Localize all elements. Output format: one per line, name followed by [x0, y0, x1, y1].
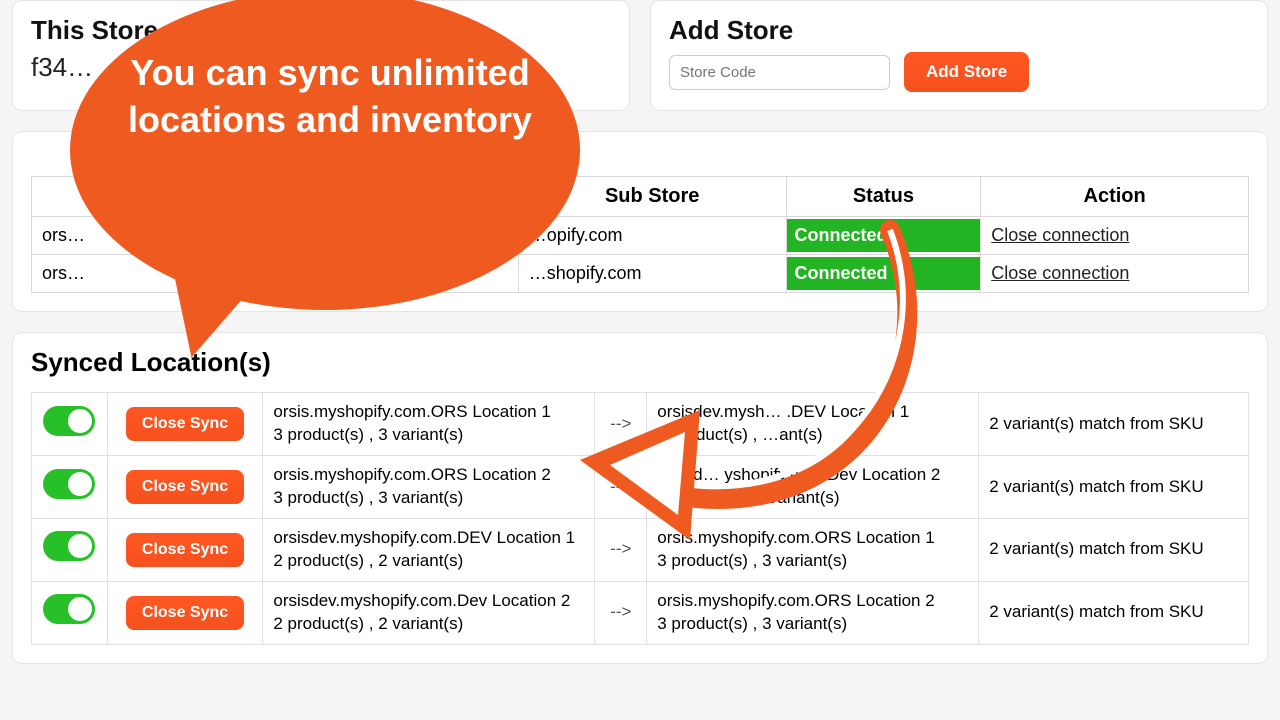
- close-sync-button[interactable]: Close Sync: [126, 470, 244, 504]
- close-connection-link[interactable]: Close connection: [991, 263, 1129, 283]
- destination-location-cell: orsisdev.mysh… .DEV Location 12 product(…: [647, 393, 979, 456]
- col-main-store: Main Store: [32, 177, 519, 217]
- match-cell: 2 variant(s) match from SKU: [979, 456, 1249, 519]
- status-badge: Connected: [787, 219, 981, 252]
- col-status: Status: [786, 177, 981, 217]
- synced-locations-card: Synced Location(s) Close Sync orsis.mysho…: [12, 332, 1268, 664]
- sync-toggle[interactable]: [43, 406, 95, 436]
- col-action: Action: [981, 177, 1249, 217]
- synced-location-row: Close Sync orsis.myshopify.com.ORS Locati…: [32, 393, 1249, 456]
- destination-location-cell: orsis.myshopify.com.ORS Location 23 prod…: [647, 581, 979, 644]
- source-location-cell: orsisdev.myshopify.com.Dev Location 22 p…: [263, 581, 595, 644]
- main-store-cell: ors…: [32, 217, 519, 255]
- match-cell: 2 variant(s) match from SKU: [979, 581, 1249, 644]
- sync-toggle[interactable]: [43, 594, 95, 624]
- close-connection-link[interactable]: Close connection: [991, 225, 1129, 245]
- synced-location-row: Close Sync orsisdev.myshopify.com.Dev Loc…: [32, 581, 1249, 644]
- arrow-icon: -->: [595, 518, 647, 581]
- match-cell: 2 variant(s) match from SKU: [979, 518, 1249, 581]
- add-store-card: Add Store Add Store: [650, 0, 1268, 111]
- col-sub-store: Sub Store: [518, 177, 786, 217]
- connection-row: ors……opify.comConnected Close connection: [32, 217, 1249, 255]
- store-code-input[interactable]: [669, 55, 890, 90]
- this-store-title: This Store: [31, 15, 611, 46]
- sync-toggle[interactable]: [43, 469, 95, 499]
- status-badge: Connected: [787, 257, 981, 290]
- synced-location-row: Close Sync orsis.myshopify.com.ORS Locati…: [32, 456, 1249, 519]
- destination-location-cell: orsis.myshopify.com.ORS Location 13 prod…: [647, 518, 979, 581]
- source-location-cell: orsis.myshopify.com.ORS Location 23 prod…: [263, 456, 595, 519]
- source-location-cell: orsis.myshopify.com.ORS Location 13 prod…: [263, 393, 595, 456]
- sub-store-cell: …opify.com: [518, 217, 786, 255]
- synced-location-row: Close Sync orsisdev.myshopify.com.DEV Loc…: [32, 518, 1249, 581]
- add-store-button[interactable]: Add Store: [904, 52, 1029, 92]
- close-sync-button[interactable]: Close Sync: [126, 533, 244, 567]
- close-sync-button[interactable]: Close Sync: [126, 407, 244, 441]
- connections-table: Main Store Sub Store Status Action ors………: [31, 176, 1249, 293]
- arrow-icon: -->: [595, 456, 647, 519]
- synced-locations-table: Close Sync orsis.myshopify.com.ORS Locati…: [31, 392, 1249, 645]
- arrow-icon: -->: [595, 581, 647, 644]
- sync-toggle[interactable]: [43, 531, 95, 561]
- main-store-cell: ors…: [32, 255, 519, 293]
- this-store-code: f34…: [31, 52, 611, 83]
- add-store-title: Add Store: [669, 15, 1249, 46]
- sub-store-cell: …shopify.com: [518, 255, 786, 293]
- destination-location-cell: orsisd… yshopify.com.Dev Location 22 pro…: [647, 456, 979, 519]
- connection-row: ors……shopify.comConnected Close connectio…: [32, 255, 1249, 293]
- arrow-icon: -->: [595, 393, 647, 456]
- this-store-card: This Store f34…: [12, 0, 630, 111]
- close-sync-button[interactable]: Close Sync: [126, 596, 244, 630]
- source-location-cell: orsisdev.myshopify.com.DEV Location 12 p…: [263, 518, 595, 581]
- connections-card: Main Store Sub Store Status Action ors………: [12, 131, 1268, 312]
- synced-locations-title: Synced Location(s): [31, 347, 1249, 378]
- match-cell: 2 variant(s) match from SKU: [979, 393, 1249, 456]
